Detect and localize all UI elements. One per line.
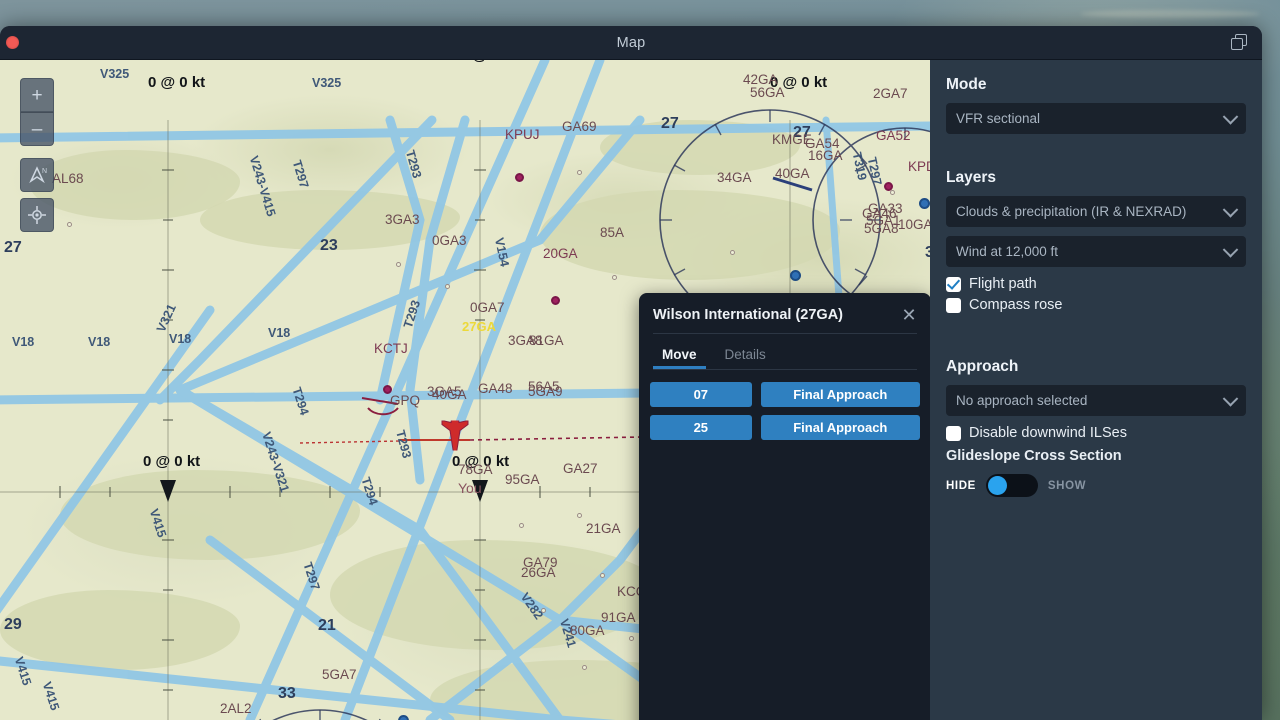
layer-wind-value: Wind at 12,000 ft	[956, 244, 1059, 259]
toggle-hide-label: HIDE	[946, 479, 976, 492]
north-up-button[interactable]: N	[20, 158, 54, 192]
center-on-aircraft-button[interactable]	[20, 198, 54, 232]
settings-sidebar: Mode VFR sectional Layers Clouds & preci…	[930, 60, 1262, 720]
dialog-divider	[653, 333, 917, 334]
chevron-down-icon	[1222, 390, 1239, 407]
flight-path-label: Flight path	[969, 276, 1037, 292]
runway-row: 07 Final Approach	[650, 382, 920, 407]
airport-marker-towered[interactable]	[398, 715, 409, 720]
compass-rose-checkbox-row[interactable]: Compass rose	[946, 297, 1246, 313]
mode-heading: Mode	[946, 76, 987, 93]
dialog-tabs[interactable]: Move Details	[653, 340, 917, 370]
own-aircraft-icon[interactable]	[426, 410, 484, 463]
window-body: V325 V325 V243-V415 T297 T293 V154 V18 V18 V18 V1…	[0, 60, 1262, 720]
wallpaper-streak	[1080, 10, 1260, 18]
airport-marker-major[interactable]	[515, 173, 524, 182]
title-bar: Map	[0, 26, 1262, 60]
airport-dot[interactable]	[730, 250, 735, 255]
chevron-down-icon	[1222, 201, 1239, 218]
north-arrow-icon: N	[29, 166, 47, 184]
layer-wind-select[interactable]: Wind at 12,000 ft	[946, 236, 1246, 267]
dialog-header: Wilson International (27GA) ✕	[639, 293, 930, 333]
toggle-knob	[987, 476, 1007, 495]
airport-dot[interactable]	[396, 262, 401, 267]
mode-select-value: VFR sectional	[956, 111, 1041, 126]
airport-dot[interactable]	[541, 608, 546, 613]
airport-marker-towered[interactable]	[919, 198, 930, 209]
airport-dot[interactable]	[582, 665, 587, 670]
compass-rose-label: Compass rose	[969, 297, 1063, 313]
tab-move[interactable]: Move	[653, 340, 706, 369]
airport-dot[interactable]	[445, 284, 450, 289]
glideslope-toggle-row[interactable]: HIDE SHOW	[946, 474, 1246, 497]
approach-heading: Approach	[946, 358, 1019, 375]
layers-heading: Layers	[946, 169, 996, 186]
airport-dot[interactable]	[629, 636, 634, 641]
zoom-in-button[interactable]: +	[20, 78, 54, 112]
runway-action-grid: 07 Final Approach 25 Final Approach	[639, 370, 930, 452]
layer-weather-value: Clouds & precipitation (IR & NEXRAD)	[956, 204, 1187, 219]
runway-07-button[interactable]: 07	[650, 382, 752, 407]
compass-rose-checkbox[interactable]	[946, 297, 961, 313]
glideslope-toggle[interactable]	[985, 474, 1038, 497]
airport-marker-major[interactable]	[383, 385, 392, 394]
tab-details[interactable]: Details	[716, 340, 775, 369]
disable-downwind-ilses-checkbox[interactable]	[946, 425, 961, 441]
runway-row: 25 Final Approach	[650, 415, 920, 440]
mode-select[interactable]: VFR sectional	[946, 103, 1246, 134]
chevron-down-icon	[1222, 241, 1239, 258]
runway-25-final-approach-button[interactable]: Final Approach	[760, 415, 920, 440]
window-copy-icon[interactable]	[1230, 33, 1250, 53]
airport-info-dialog[interactable]: Wilson International (27GA) ✕ Move Detai…	[639, 293, 930, 720]
airport-dot[interactable]	[67, 222, 72, 227]
layer-weather-select[interactable]: Clouds & precipitation (IR & NEXRAD)	[946, 196, 1246, 227]
map-controls[interactable]: + – N	[20, 78, 54, 232]
airport-dot[interactable]	[519, 523, 524, 528]
close-window-button[interactable]	[6, 36, 19, 49]
airport-marker-towered[interactable]	[790, 270, 801, 281]
minus-icon: –	[31, 118, 43, 140]
flight-path-checkbox[interactable]	[946, 276, 961, 292]
runway-07-final-approach-button[interactable]: Final Approach	[760, 382, 920, 407]
airport-dot[interactable]	[600, 573, 605, 578]
disable-downwind-ilses-row[interactable]: Disable downwind ILSes	[946, 425, 1246, 441]
map-canvas[interactable]: V325 V325 V243-V415 T297 T293 V154 V18 V18 V18 V1…	[0, 60, 930, 720]
dialog-title: Wilson International (27GA)	[653, 307, 843, 323]
airport-marker-major[interactable]	[551, 296, 560, 305]
disable-downwind-ilses-label: Disable downwind ILSes	[969, 425, 1127, 441]
chevron-down-icon	[1222, 108, 1239, 125]
plus-icon: +	[31, 84, 43, 106]
zoom-out-button[interactable]: –	[20, 112, 54, 146]
svg-text:N: N	[42, 168, 47, 175]
airport-dot[interactable]	[577, 170, 582, 175]
app-window: Map V325 V325 V243-V415 T297 T293 V154 V…	[0, 26, 1262, 720]
close-x-icon[interactable]: ✕	[899, 305, 919, 325]
crosshair-target-icon	[28, 206, 46, 224]
flight-path-checkbox-row[interactable]: Flight path	[946, 276, 1246, 292]
toggle-show-label: SHOW	[1047, 479, 1087, 492]
airport-dot[interactable]	[577, 513, 582, 518]
glideslope-cross-section-label: Glideslope Cross Section	[946, 448, 1122, 464]
airport-dot[interactable]	[890, 190, 895, 195]
approach-select[interactable]: No approach selected	[946, 385, 1246, 416]
airport-dot[interactable]	[612, 275, 617, 280]
window-title: Map	[616, 34, 646, 51]
airport-marker-major[interactable]	[884, 182, 893, 191]
approach-select-value: No approach selected	[956, 393, 1088, 408]
runway-25-button[interactable]: 25	[650, 415, 752, 440]
